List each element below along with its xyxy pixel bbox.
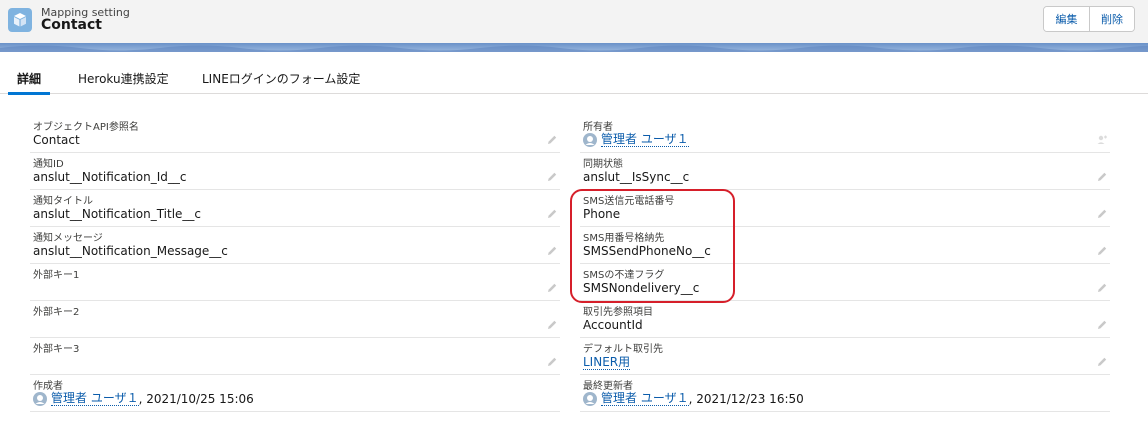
field-label: 通知タイトル bbox=[33, 196, 93, 207]
created-date: , 2021/10/25 15:06 bbox=[138, 391, 254, 406]
pencil-icon[interactable] bbox=[1096, 319, 1108, 331]
user-avatar-icon bbox=[33, 391, 47, 406]
field-sync-status: 同期状態 anslut__IsSync__c bbox=[580, 153, 1110, 190]
field-label: 最終更新者 bbox=[583, 381, 633, 392]
pencil-icon[interactable] bbox=[546, 171, 558, 183]
field-account-reference: 取引先参照項目 AccountId bbox=[580, 301, 1110, 338]
pencil-icon[interactable] bbox=[1096, 282, 1108, 294]
tab-line-login-form[interactable]: LINEログインのフォーム設定 bbox=[202, 70, 360, 87]
field-last-modified-by: 最終更新者 管理者 ユーザ１ , 2021/12/23 16:50 bbox=[580, 375, 1110, 412]
field-label: オブジェクトAPI参照名 bbox=[33, 122, 139, 133]
field-label: 外部キー3 bbox=[33, 344, 80, 355]
pencil-icon[interactable] bbox=[546, 319, 558, 331]
edit-button[interactable]: 編集 bbox=[1044, 7, 1090, 31]
tab-bar: 詳細 Heroku連携設定 LINEログインのフォーム設定 bbox=[0, 52, 1148, 95]
field-value: anslut__IsSync__c bbox=[583, 170, 690, 184]
field-created-by: 作成者 管理者 ユーザ１ , 2021/10/25 15:06 bbox=[30, 375, 560, 412]
tab-details[interactable]: 詳細 bbox=[17, 70, 41, 87]
modified-by-user-link[interactable]: 管理者 ユーザ１ bbox=[601, 391, 689, 406]
pencil-icon[interactable] bbox=[1096, 171, 1108, 183]
field-label: 外部キー1 bbox=[33, 270, 80, 281]
action-button-group: 編集 削除 bbox=[1043, 6, 1135, 32]
created-by-value: 管理者 ユーザ１ , 2021/10/25 15:06 bbox=[33, 391, 254, 406]
field-notification-id: 通知ID anslut__Notification_Id__c bbox=[30, 153, 560, 190]
pencil-icon[interactable] bbox=[546, 208, 558, 220]
field-label: 取引先参照項目 bbox=[583, 307, 653, 318]
field-value: AccountId bbox=[583, 318, 643, 332]
field-notification-message: 通知メッセージ anslut__Notification_Message__c bbox=[30, 227, 560, 264]
pencil-icon[interactable] bbox=[546, 356, 558, 368]
record-title: Contact bbox=[41, 17, 102, 33]
field-notification-title: 通知タイトル anslut__Notification_Title__c bbox=[30, 190, 560, 227]
pencil-icon[interactable] bbox=[1096, 356, 1108, 368]
cube-icon bbox=[8, 8, 32, 32]
modified-date: , 2021/12/23 16:50 bbox=[688, 391, 804, 406]
created-by-user-link[interactable]: 管理者 ユーザ１ bbox=[51, 391, 139, 406]
default-account-link[interactable]: LINER用 bbox=[583, 355, 631, 370]
field-label: 通知ID bbox=[33, 159, 64, 170]
user-avatar-icon bbox=[583, 132, 597, 147]
change-owner-icon[interactable] bbox=[1096, 134, 1108, 146]
delete-button[interactable]: 削除 bbox=[1090, 7, 1134, 31]
field-label: 通知メッセージ bbox=[33, 233, 103, 244]
field-external-key-1: 外部キー1 bbox=[30, 264, 560, 301]
user-avatar-icon bbox=[583, 391, 597, 406]
field-label: 同期状態 bbox=[583, 159, 623, 170]
owner-value: 管理者 ユーザ１ bbox=[583, 132, 689, 147]
field-default-account: デフォルト取引先 LINER用 bbox=[580, 338, 1110, 375]
header-decorative-band bbox=[0, 43, 1148, 52]
pencil-icon[interactable] bbox=[546, 134, 558, 146]
pencil-icon[interactable] bbox=[546, 245, 558, 257]
field-value: anslut__Notification_Title__c bbox=[33, 207, 202, 221]
pencil-icon[interactable] bbox=[1096, 208, 1108, 220]
field-label: 所有者 bbox=[583, 122, 613, 133]
field-external-key-3: 外部キー3 bbox=[30, 338, 560, 375]
owner-user-link[interactable]: 管理者 ユーザ１ bbox=[601, 132, 689, 147]
field-value: anslut__Notification_Message__c bbox=[33, 244, 228, 258]
record-header: Mapping setting Contact 編集 削除 bbox=[0, 0, 1148, 44]
pencil-icon[interactable] bbox=[546, 282, 558, 294]
sms-fields-highlight bbox=[570, 189, 735, 303]
modified-by-value: 管理者 ユーザ１ , 2021/12/23 16:50 bbox=[583, 391, 804, 406]
tab-heroku-settings[interactable]: Heroku連携設定 bbox=[78, 70, 169, 87]
field-label: デフォルト取引先 bbox=[583, 344, 663, 355]
field-object-api-name: オブジェクトAPI参照名 Contact bbox=[30, 116, 560, 153]
field-owner: 所有者 管理者 ユーザ１ bbox=[580, 116, 1110, 153]
field-label: 外部キー2 bbox=[33, 307, 80, 318]
active-tab-indicator bbox=[8, 92, 50, 95]
field-value: anslut__Notification_Id__c bbox=[33, 170, 187, 184]
field-value: Contact bbox=[33, 133, 80, 147]
pencil-icon[interactable] bbox=[1096, 245, 1108, 257]
field-external-key-2: 外部キー2 bbox=[30, 301, 560, 338]
field-label: 作成者 bbox=[33, 381, 63, 392]
